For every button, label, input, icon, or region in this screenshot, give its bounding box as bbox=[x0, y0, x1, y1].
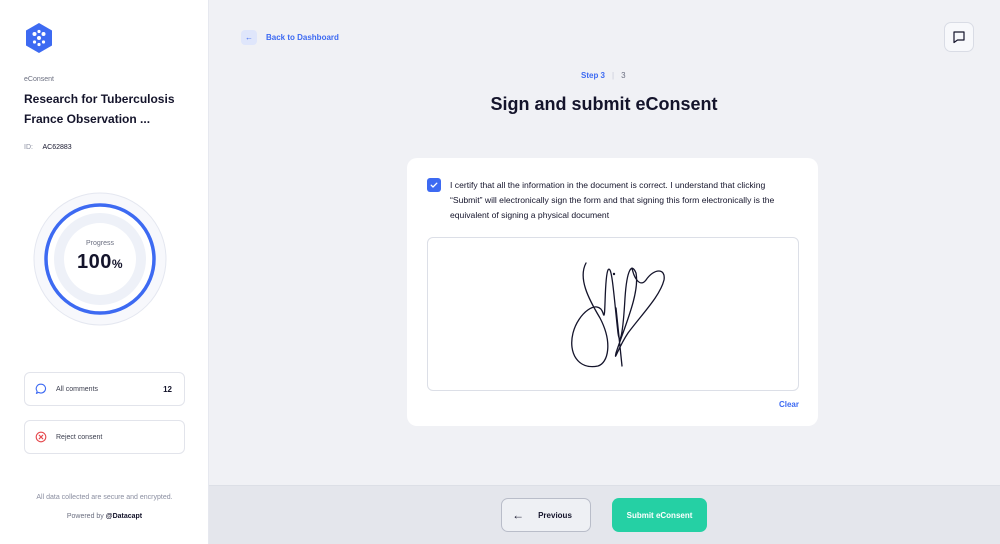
section-label: eConsent bbox=[24, 76, 54, 83]
checkmark-icon bbox=[430, 181, 438, 189]
powered-by-brand[interactable]: @Datacapt bbox=[106, 513, 142, 520]
back-to-dashboard-link[interactable]: ← Back to Dashboard bbox=[241, 30, 339, 45]
consent-panel: I certify that all the information in th… bbox=[407, 158, 818, 426]
datacapt-logo-icon[interactable] bbox=[23, 22, 55, 54]
step-separator: | bbox=[612, 71, 615, 80]
clear-signature-button[interactable]: Clear bbox=[779, 400, 799, 409]
chat-button[interactable] bbox=[944, 22, 974, 52]
arrow-left-icon: ← bbox=[241, 30, 257, 45]
arrow-left-icon: ← bbox=[512, 508, 525, 522]
progress-ring: Progress 100% bbox=[33, 192, 167, 326]
previous-button[interactable]: ← Previous bbox=[501, 498, 591, 532]
page-title: Sign and submit eConsent bbox=[490, 94, 718, 114]
reject-consent-label: Reject consent bbox=[56, 433, 103, 441]
progress-label: Progress bbox=[85, 240, 114, 247]
study-id-label: ID: bbox=[24, 144, 33, 151]
previous-label: Previous bbox=[538, 510, 572, 520]
study-title: Research for Tuberculosis France Observa… bbox=[24, 92, 175, 126]
study-id-value: AC62883 bbox=[42, 144, 72, 151]
signature-pad[interactable] bbox=[427, 237, 799, 391]
progress-value: 100% bbox=[76, 251, 124, 273]
submit-econsent-button[interactable]: Submit eConsent bbox=[612, 498, 707, 532]
powered-by: Powered by @Datacapt bbox=[66, 513, 143, 520]
reject-consent-button[interactable]: Reject consent bbox=[24, 420, 185, 454]
reject-icon bbox=[35, 431, 47, 443]
step-indicator: Step 3 | 3 bbox=[581, 71, 626, 80]
footer-bar bbox=[209, 485, 1000, 544]
comment-icon bbox=[35, 383, 47, 395]
study-id: ID: AC62883 bbox=[24, 144, 72, 151]
comments-count: 12 bbox=[163, 384, 172, 394]
all-comments-button[interactable]: All comments 12 bbox=[24, 372, 185, 406]
all-comments-label: All comments bbox=[56, 385, 99, 393]
back-to-dashboard-label: Back to Dashboard bbox=[266, 33, 339, 42]
certify-checkbox[interactable] bbox=[427, 178, 441, 192]
current-step: Step 3 bbox=[581, 71, 606, 80]
certify-text: I certify that all the information in th… bbox=[450, 180, 775, 220]
signature-drawing bbox=[571, 262, 665, 368]
total-steps: 3 bbox=[621, 71, 626, 80]
security-note: All data collected are secure and encryp… bbox=[36, 494, 173, 501]
sidebar: eConsent Research for Tuberculosis Franc… bbox=[0, 0, 209, 544]
chat-icon bbox=[952, 30, 966, 44]
